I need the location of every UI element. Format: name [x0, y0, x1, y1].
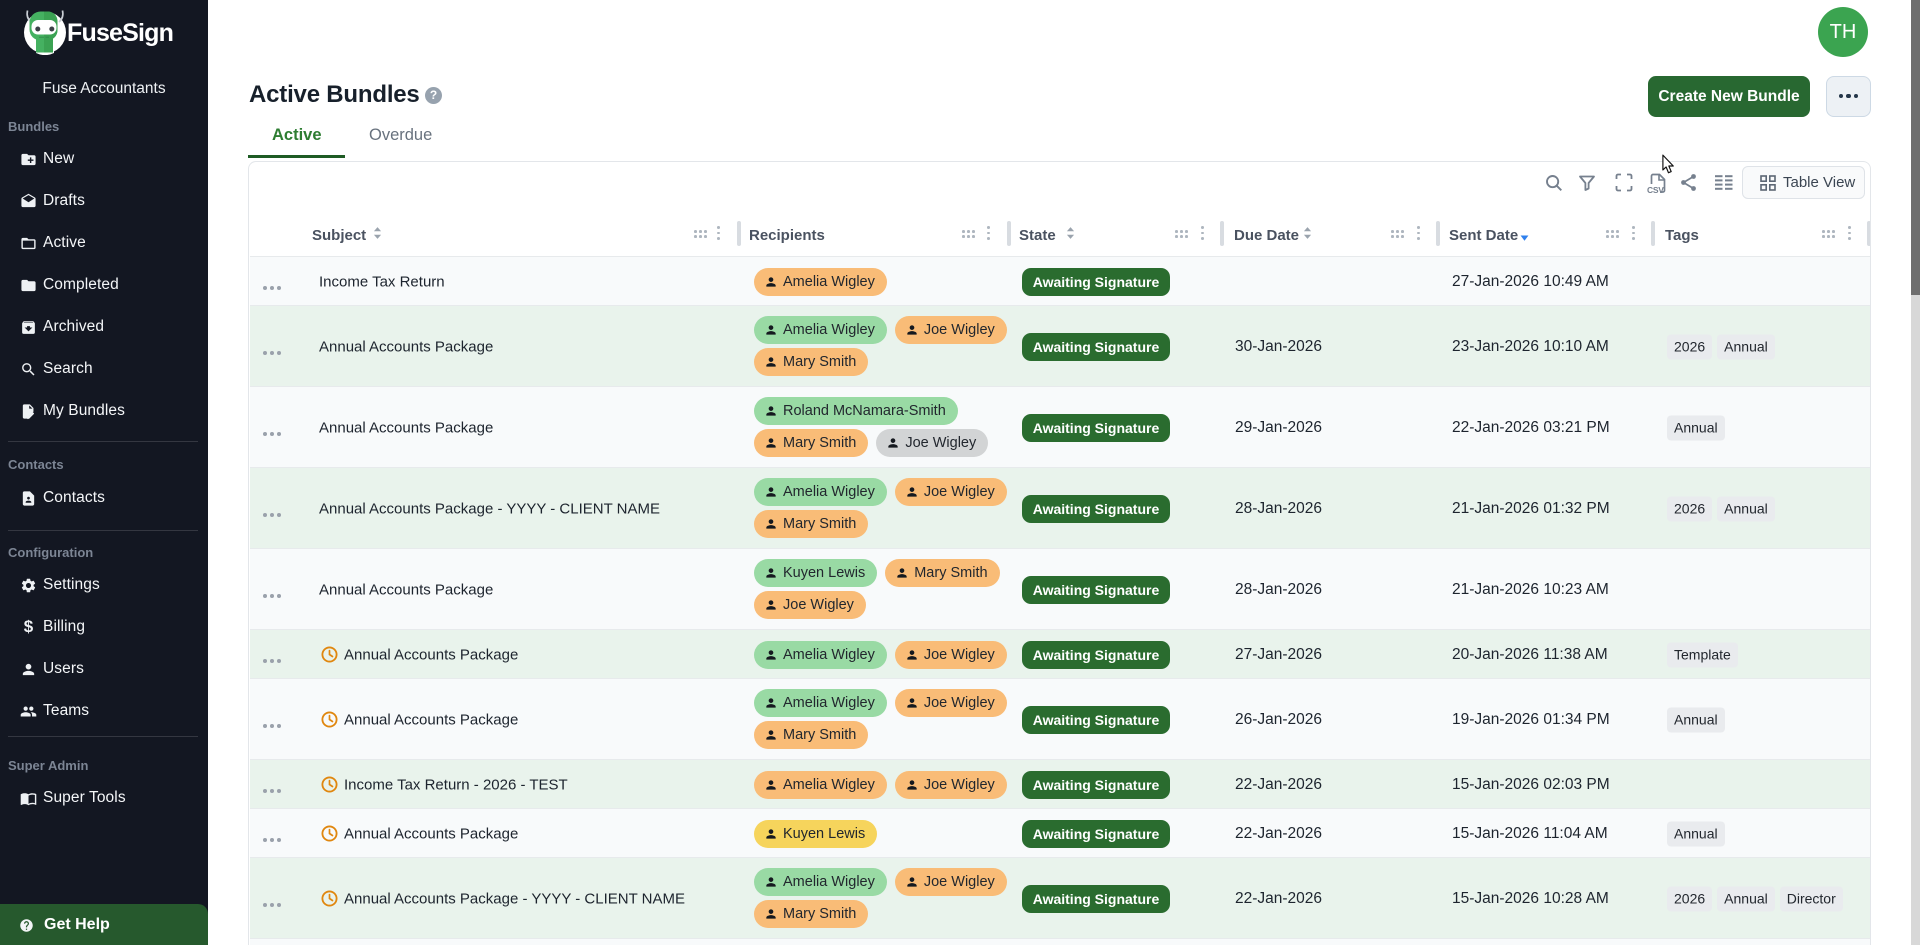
svg-text:CSV: CSV: [1647, 185, 1664, 194]
